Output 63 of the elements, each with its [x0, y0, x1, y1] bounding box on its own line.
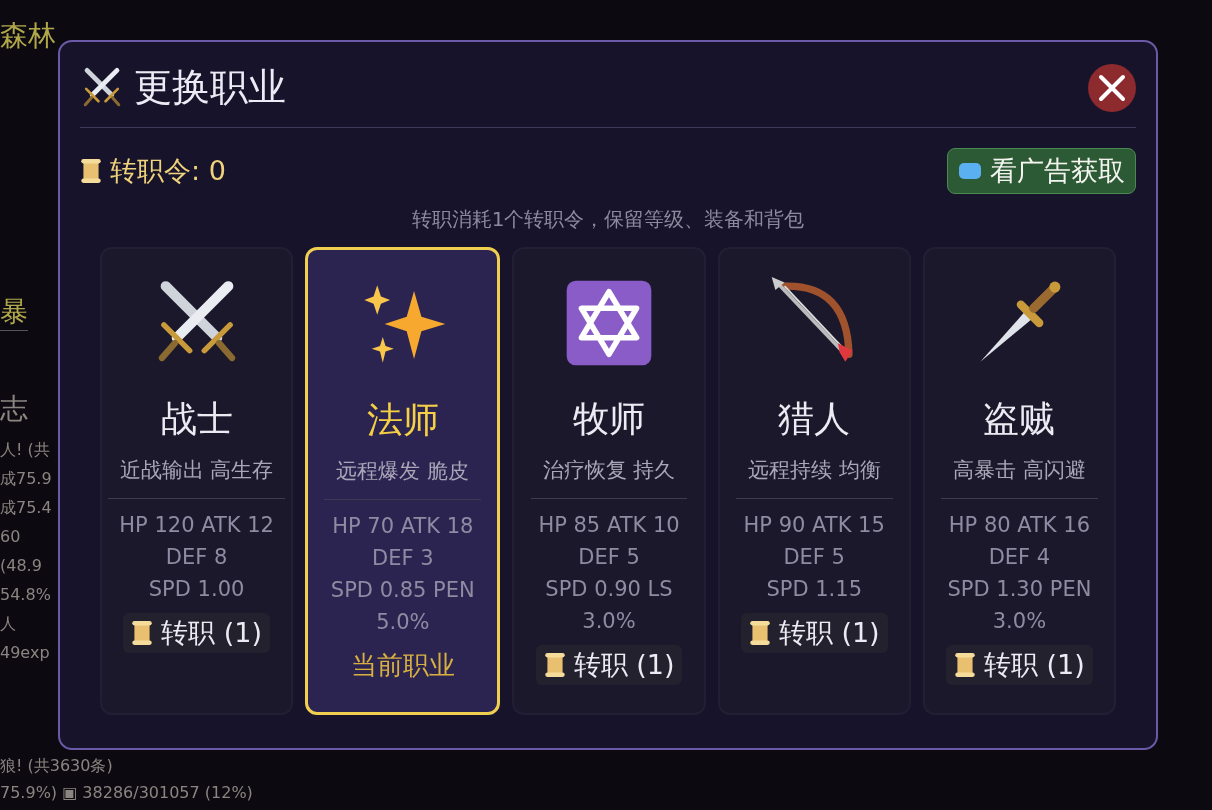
class-card[interactable]: 牧师 治疗恢复 持久 HP 85 ATK 10 DEF 5 SPD 0.90 LS 3.0% 转职 (1)	[512, 247, 706, 715]
scroll-icon	[954, 652, 976, 678]
stat-line: DEF 3	[372, 545, 434, 572]
change-class-button[interactable]: 转职 (1)	[946, 645, 1093, 685]
stat-line: HP 70 ATK 18	[332, 513, 474, 540]
stat-line: SPD 0.85 PEN	[330, 577, 475, 604]
stat-line: DEF 8	[165, 544, 228, 571]
stat-line: SPD 1.15	[766, 576, 862, 603]
class-card[interactable]: 战士 近战输出 高生存 HP 120 ATK 12 DEF 8 SPD 1.00 转职 (1)	[100, 247, 294, 715]
scroll-icon	[748, 620, 771, 646]
log-text: 54.8%	[0, 584, 51, 606]
log-text: 人! (共	[0, 439, 50, 461]
class-name: 法师	[366, 398, 439, 442]
stat-line: DEF 5	[578, 544, 640, 571]
note-text: 转职消耗1个转职令，保留等级、装备和背包	[410, 206, 806, 233]
log-text: 暴	[0, 294, 28, 331]
token-count: 转职令: 0	[110, 154, 226, 188]
log-text: 成75.9	[0, 468, 52, 490]
stat-line: SPD 1.00	[148, 576, 245, 603]
class-tagline: 远程持续 均衡	[735, 456, 893, 499]
class-name: 牧师	[573, 397, 645, 441]
stat-line: DEF 5	[783, 544, 845, 571]
stat-line: HP 85 ATK 10	[538, 512, 680, 539]
class-tagline: 高暴击 高闪避	[941, 456, 1098, 499]
stat-line: HP 80 ATK 16	[948, 512, 1091, 539]
class-tagline: 远程爆发 脆皮	[324, 457, 482, 500]
class-card[interactable]: 盗贼 高暴击 高闪避 HP 80 ATK 16 DEF 4 SPD 1.30 PEN 3.0% 转职 (1)	[922, 247, 1116, 715]
close-icon	[1097, 72, 1127, 103]
class-card[interactable]: 法师 远程爆发 脆皮 HP 70 ATK 18 DEF 3 SPD 0.85 PEN 5.0% 当前职业	[305, 247, 501, 715]
current-class-label: 当前职业	[350, 649, 455, 682]
stat-line: 3.0%	[582, 608, 636, 635]
log-text: (48.9	[0, 555, 42, 577]
class-name: 盗贼	[983, 397, 1056, 441]
log-text: 75.9%) ▣ 38286/301057 (12%)	[0, 782, 253, 804]
stat-line: HP 120 ATK 12	[119, 512, 274, 539]
stat-line: SPD 0.90 LS	[545, 576, 673, 603]
log-text: 志	[0, 391, 28, 427]
log-text: 森林	[0, 18, 56, 54]
class-tagline: 治疗恢复 持久	[530, 456, 688, 499]
log-text: 狼! (共3630条)	[0, 755, 113, 777]
dialog-title: 更换职业	[134, 64, 287, 111]
scroll-icon	[131, 620, 154, 646]
log-text: 49exp	[0, 642, 50, 664]
class-tagline: 近战输出 高生存	[107, 456, 286, 499]
stat-line: 5.0%	[376, 609, 430, 636]
change-class-button[interactable]: 转职 (1)	[740, 613, 888, 653]
log-text: 60	[0, 526, 21, 548]
class-name: 战士	[160, 397, 233, 441]
change-class-button[interactable]: 转职 (1)	[535, 645, 683, 685]
class-card[interactable]: 猎人 远程持续 均衡 HP 90 ATK 15 DEF 5 SPD 1.15 转职 (1)	[717, 247, 911, 715]
log-text: 成75.4	[0, 497, 52, 519]
stat-line: HP 90 ATK 15	[743, 512, 885, 539]
stat-line: DEF 4	[988, 544, 1051, 571]
watch-ad-button[interactable]: 看广告获取	[947, 148, 1136, 194]
stat-line: SPD 1.30 PEN	[947, 576, 1092, 603]
scroll-icon	[80, 158, 102, 184]
close-button[interactable]	[1088, 63, 1136, 112]
log-text: 人	[0, 613, 16, 635]
class-name: 猎人	[778, 397, 851, 441]
scroll-icon	[543, 652, 566, 678]
stat-line: 3.0%	[992, 608, 1047, 635]
tv-icon	[958, 162, 982, 180]
change-class-button[interactable]: 转职 (1)	[123, 613, 270, 653]
